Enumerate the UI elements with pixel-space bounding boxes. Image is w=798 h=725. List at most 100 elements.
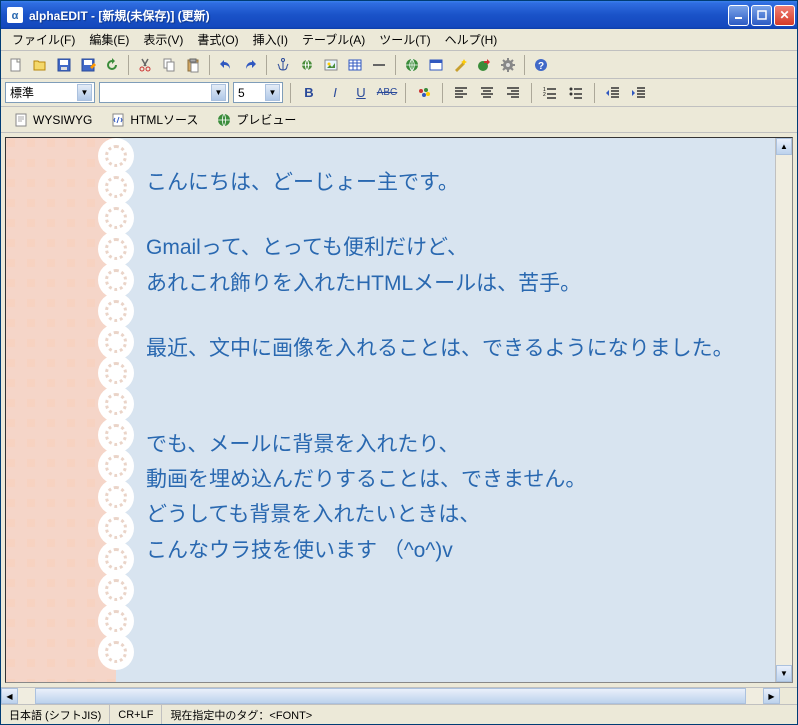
separator (209, 55, 210, 75)
anchor-button[interactable] (272, 54, 294, 76)
tab-preview[interactable]: プレビュー (208, 108, 304, 131)
window-button[interactable] (425, 54, 447, 76)
tab-label: プレビュー (236, 111, 296, 128)
image-button[interactable] (320, 54, 342, 76)
status-encoding: 日本語 (シフトJIS) (1, 705, 110, 724)
tab-wysiwyg[interactable]: WYSIWYG (5, 109, 100, 131)
separator (531, 83, 532, 103)
menu-table[interactable]: テーブル(A) (295, 29, 372, 50)
scroll-thumb[interactable] (35, 688, 746, 704)
italic-button[interactable]: I (324, 82, 346, 104)
size-combo[interactable]: 5▼ (233, 82, 283, 103)
globe-upload-button[interactable] (473, 54, 495, 76)
status-current-tag: 現在指定中のタグ：<FONT> (162, 705, 797, 724)
wand-button[interactable] (449, 54, 471, 76)
dropdown-icon[interactable]: ▼ (265, 84, 280, 101)
scroll-left-button[interactable]: ◀ (1, 688, 18, 704)
vertical-scrollbar[interactable]: ▲ ▼ (775, 138, 792, 682)
content-area: こんにちは、どーじょー主です。 Gmailって、とっても便利だけど、 あれこれ飾… (1, 133, 797, 687)
document-icon (13, 112, 29, 128)
minimize-button[interactable] (728, 5, 749, 26)
doc-paragraph: こんなウラ技を使います （^o^)v (146, 536, 755, 565)
menu-view[interactable]: 表示(V) (136, 29, 190, 50)
separator (395, 55, 396, 75)
link-button[interactable] (296, 54, 318, 76)
dropdown-icon[interactable]: ▼ (77, 84, 92, 101)
strike-button[interactable]: ABC (376, 82, 398, 104)
doc-paragraph: Gmailって、とっても便利だけど、 (146, 233, 755, 262)
view-tabs: WYSIWYG HTMLソース プレビュー (1, 107, 797, 133)
open-button[interactable] (29, 54, 51, 76)
main-toolbar: ? (1, 51, 797, 79)
style-combo[interactable]: 標準 ▼ (5, 82, 95, 103)
code-icon (110, 112, 126, 128)
editor-canvas[interactable]: こんにちは、どーじょー主です。 Gmailって、とっても便利だけど、 あれこれ飾… (6, 138, 775, 682)
indent-button[interactable] (628, 82, 650, 104)
ordered-list-button[interactable]: 12 (539, 82, 561, 104)
horizontal-scrollbar[interactable]: ◀ ▶ (1, 687, 797, 704)
scroll-up-button[interactable]: ▲ (776, 138, 792, 155)
scroll-track[interactable] (776, 155, 792, 665)
scroll-down-button[interactable]: ▼ (776, 665, 792, 682)
help-button[interactable]: ? (530, 54, 552, 76)
align-center-button[interactable] (476, 82, 498, 104)
bold-button[interactable]: B (298, 82, 320, 104)
menu-edit[interactable]: 編集(E) (82, 29, 136, 50)
statusbar: 日本語 (シフトJIS) CR+LF 現在指定中のタグ：<FONT> (1, 704, 797, 724)
outdent-button[interactable] (602, 82, 624, 104)
refresh-button[interactable] (101, 54, 123, 76)
status-line-ending: CR+LF (110, 705, 162, 724)
close-button[interactable]: ✕ (774, 5, 795, 26)
tab-html-source[interactable]: HTMLソース (102, 108, 206, 131)
menu-help[interactable]: ヘルプ(H) (438, 29, 505, 50)
doc-paragraph: どうしても背景を入れたいときは、 (146, 500, 755, 529)
cut-button[interactable] (134, 54, 156, 76)
save-as-button[interactable] (77, 54, 99, 76)
svg-text:2: 2 (543, 92, 546, 98)
scroll-right-button[interactable]: ▶ (763, 688, 780, 704)
separator (594, 83, 595, 103)
hr-button[interactable] (368, 54, 390, 76)
undo-button[interactable] (215, 54, 237, 76)
align-left-button[interactable] (450, 82, 472, 104)
separator (128, 55, 129, 75)
document-body[interactable]: こんにちは、どーじょー主です。 Gmailって、とっても便利だけど、 あれこれ飾… (116, 138, 775, 682)
separator (524, 55, 525, 75)
tab-label: WYSIWYG (33, 113, 92, 127)
doc-paragraph: でも、メールに背景を入れたり、 (146, 430, 755, 459)
align-right-button[interactable] (502, 82, 524, 104)
table-button[interactable] (344, 54, 366, 76)
svg-text:?: ? (538, 61, 544, 72)
paste-button[interactable] (182, 54, 204, 76)
menu-format[interactable]: 書式(O) (190, 29, 245, 50)
unordered-list-button[interactable] (565, 82, 587, 104)
menu-insert[interactable]: 挿入(I) (246, 29, 295, 50)
new-button[interactable] (5, 54, 27, 76)
titlebar: α alphaEDIT - [新規(未保存)] (更新) ✕ (1, 1, 797, 29)
globe-icon (216, 112, 232, 128)
copy-button[interactable] (158, 54, 180, 76)
doc-paragraph: 動画を埋め込んだりすることは、できません。 (146, 465, 755, 494)
separator (442, 83, 443, 103)
doc-paragraph: こんにちは、どーじょー主です。 (146, 168, 755, 197)
doc-paragraph: あれこれ飾りを入れたHTMLメールは、苦手。 (146, 269, 755, 298)
settings-button[interactable] (497, 54, 519, 76)
separator (266, 55, 267, 75)
menu-file[interactable]: ファイル(F) (5, 29, 82, 50)
font-combo[interactable]: ▼ (99, 82, 229, 103)
redo-button[interactable] (239, 54, 261, 76)
maximize-button[interactable] (751, 5, 772, 26)
color-button[interactable] (413, 82, 435, 104)
scroll-corner (780, 688, 797, 705)
lace-decoration (98, 138, 134, 682)
save-button[interactable] (53, 54, 75, 76)
dropdown-icon[interactable]: ▼ (211, 84, 226, 101)
tab-label: HTMLソース (130, 111, 198, 128)
style-value: 標準 (10, 84, 34, 101)
underline-button[interactable]: U (350, 82, 372, 104)
web-button[interactable] (401, 54, 423, 76)
menu-tools[interactable]: ツール(T) (372, 29, 437, 50)
app-window: α alphaEDIT - [新規(未保存)] (更新) ✕ ファイル(F) 編… (0, 0, 798, 725)
format-toolbar: 標準 ▼ ▼ 5▼ B I U ABC 12 (1, 79, 797, 107)
separator (290, 83, 291, 103)
